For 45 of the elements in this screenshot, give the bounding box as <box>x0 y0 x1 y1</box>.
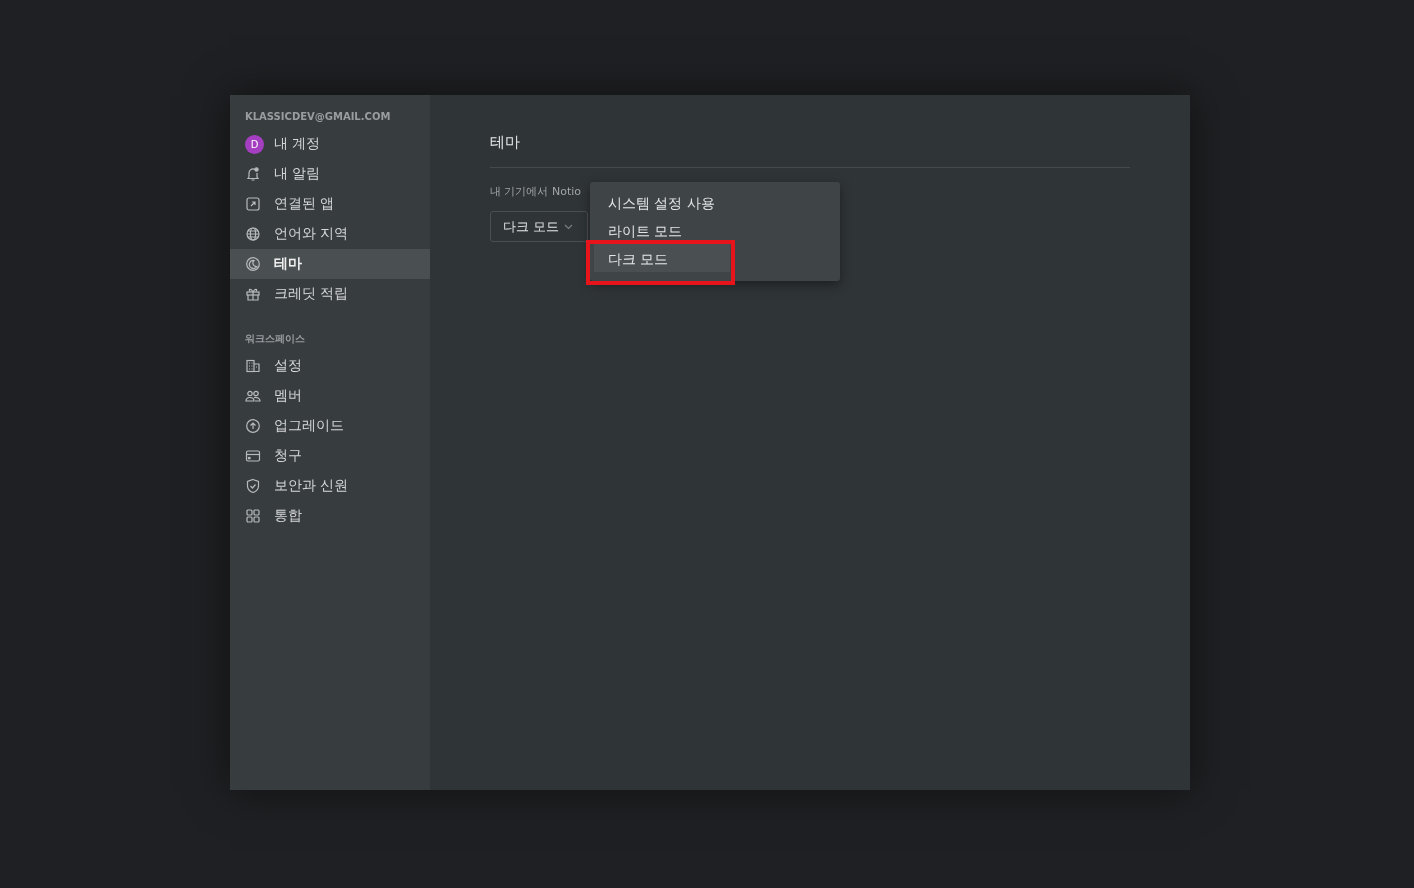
sidebar-item[interactable]: D 내 계정 <box>230 129 430 159</box>
sidebar-item[interactable]: 언어와 지역 <box>230 219 430 249</box>
item-label: 보안과 신원 <box>274 477 349 495</box>
menu-option[interactable]: 다크 모드 <box>594 244 730 272</box>
item-label: 내 알림 <box>274 165 321 183</box>
bell-icon <box>245 166 261 182</box>
sidebar-item[interactable]: 크레딧 적립 <box>230 279 430 309</box>
theme-dropdown[interactable]: 다크 모드 <box>490 211 588 242</box>
menu-option[interactable]: 라이트 모드 <box>594 216 836 244</box>
grid-icon <box>245 508 261 524</box>
building-icon <box>245 358 261 374</box>
item-label: 통합 <box>274 507 302 525</box>
item-label: 크레딧 적립 <box>274 285 349 303</box>
item-label: 업그레이드 <box>274 417 344 435</box>
item-label: 테마 <box>274 255 302 273</box>
arrow-up-circle-icon <box>245 418 261 434</box>
item-label: 내 계정 <box>274 135 321 153</box>
section-label: 워크스페이스 <box>244 332 306 346</box>
sidebar-item[interactable]: 내 알림 <box>230 159 430 189</box>
sidebar-item[interactable]: 통합 <box>230 501 430 531</box>
item-label: 설정 <box>274 357 302 375</box>
item-label: 멤버 <box>274 387 302 405</box>
description-text: 내 기기에서 Notio <box>490 184 583 200</box>
chevron-down-icon <box>564 223 574 230</box>
sidebar-item[interactable]: 업그레이드 <box>230 411 430 441</box>
sidebar-item[interactable]: 멤버 <box>230 381 430 411</box>
sidebar-item[interactable]: 연결된 앱 <box>230 189 430 219</box>
avatar-circle: D <box>245 134 264 154</box>
item-label: 청구 <box>274 447 302 465</box>
sidebar-item[interactable]: 청구 <box>230 441 430 471</box>
external-link-icon <box>245 196 261 212</box>
gift-icon <box>245 286 261 302</box>
page-title: 테마 <box>490 132 521 153</box>
moon-icon <box>245 256 261 272</box>
credit-card-icon <box>245 448 261 464</box>
sidebar-item[interactable]: 테마 <box>230 249 430 279</box>
people-icon <box>245 388 261 404</box>
item-label: 연결된 앱 <box>274 195 335 213</box>
sidebar-item[interactable]: 보안과 신원 <box>230 471 430 501</box>
menu-option[interactable]: 시스템 설정 사용 <box>594 188 836 216</box>
sidebar-item[interactable]: 설정 <box>230 351 430 381</box>
item-label: 언어와 지역 <box>274 225 349 243</box>
globe-icon <box>245 226 261 242</box>
shield-check-icon <box>245 478 261 494</box>
section-label: KLASSICDEV@GMAIL.COM <box>244 110 392 124</box>
